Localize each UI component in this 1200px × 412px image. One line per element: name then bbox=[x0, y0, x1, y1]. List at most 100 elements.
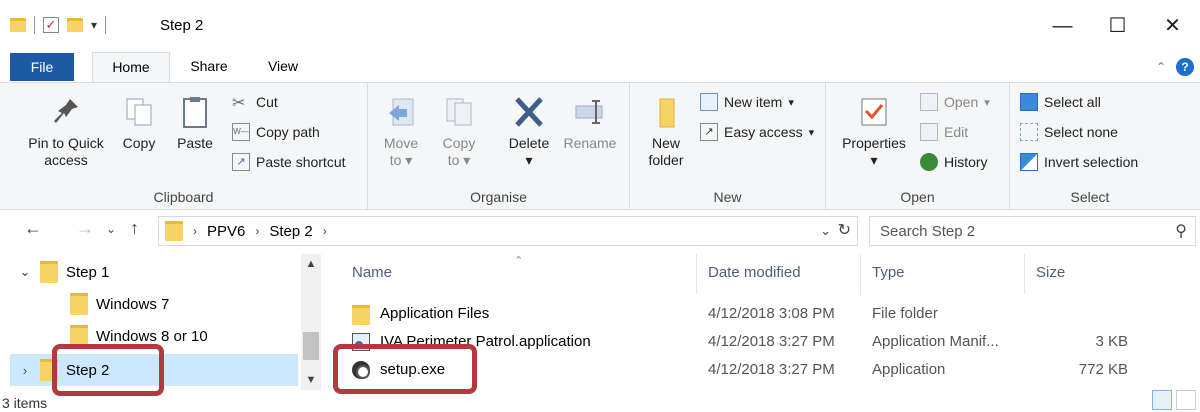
maximize-button[interactable]: ☐ bbox=[1090, 10, 1145, 42]
large-icons-view-icon[interactable] bbox=[1176, 390, 1196, 410]
tab-home[interactable]: Home bbox=[92, 52, 170, 83]
copy-path-button[interactable]: W— Copy path bbox=[232, 123, 320, 141]
move-to-button[interactable]: Move to ▾ bbox=[376, 95, 426, 169]
minimize-button[interactable]: — bbox=[1035, 10, 1090, 42]
quick-access-toolbar: ✓ ▾ bbox=[10, 16, 107, 34]
tab-file[interactable]: File bbox=[10, 53, 74, 81]
forward-arrow-icon[interactable]: → bbox=[76, 218, 94, 239]
file-date: 4/12/2018 3:27 PM bbox=[708, 361, 835, 378]
breadcrumb-step-2[interactable]: Step 2 bbox=[269, 223, 312, 240]
breadcrumb-separator-icon[interactable]: › bbox=[323, 224, 327, 238]
copy-to-button[interactable]: Copy to ▾ bbox=[434, 95, 484, 169]
column-header-name[interactable]: Name bbox=[352, 264, 392, 281]
history-button[interactable]: History bbox=[920, 153, 988, 171]
recent-locations-chevron-icon[interactable]: ⌄ bbox=[106, 222, 116, 236]
title-bar: ✓ ▾ Step 2 — ☐ ✕ bbox=[0, 0, 1200, 52]
nav-item-label: Windows 7 bbox=[96, 295, 170, 313]
file-type: File folder bbox=[872, 305, 938, 322]
close-button[interactable]: ✕ bbox=[1145, 10, 1200, 42]
column-divider[interactable] bbox=[1024, 254, 1025, 294]
search-icon[interactable]: ⚲ bbox=[1175, 221, 1187, 241]
up-arrow-icon[interactable]: ↑ bbox=[130, 218, 139, 239]
column-header-type[interactable]: Type bbox=[872, 264, 905, 281]
search-input[interactable]: Search Step 2 bbox=[880, 223, 975, 240]
move-to-icon bbox=[389, 98, 414, 126]
paste-button[interactable]: Paste bbox=[172, 95, 218, 152]
toolbar-divider bbox=[105, 16, 107, 34]
expand-chevron-icon[interactable]: ⌄ bbox=[10, 264, 40, 280]
copy-path-icon: W— bbox=[232, 123, 250, 141]
column-header-size[interactable]: Size bbox=[1036, 264, 1065, 281]
properties-button[interactable]: Properties ▾ bbox=[834, 95, 914, 169]
easy-access-icon: ↗ bbox=[700, 123, 718, 141]
select-all-icon bbox=[1020, 93, 1038, 111]
details-view-icon[interactable] bbox=[1152, 390, 1172, 410]
collapse-ribbon-icon[interactable]: ⌃ bbox=[1156, 60, 1166, 74]
scroll-down-icon[interactable]: ▼ bbox=[301, 374, 321, 386]
pin-icon bbox=[54, 99, 78, 123]
select-none-button[interactable]: Select none bbox=[1020, 123, 1118, 141]
expand-chevron-icon[interactable]: › bbox=[10, 363, 40, 378]
scroll-up-icon[interactable]: ▲ bbox=[301, 258, 321, 270]
edit-button[interactable]: Edit bbox=[920, 123, 968, 141]
column-divider[interactable] bbox=[860, 254, 861, 294]
group-organise: Move to ▾ Copy to ▾ Delete ▾ Rename Orga… bbox=[368, 83, 630, 209]
refresh-icon[interactable]: ↻ bbox=[838, 220, 851, 240]
new-folder-button[interactable]: New folder bbox=[638, 95, 694, 169]
select-all-button[interactable]: Select all bbox=[1020, 93, 1101, 111]
folder-icon bbox=[40, 261, 58, 283]
delete-x-icon bbox=[515, 97, 543, 127]
file-row[interactable]: Application Files 4/12/2018 3:08 PM File… bbox=[322, 300, 1200, 328]
nav-item-label: Step 1 bbox=[66, 263, 110, 281]
copy-to-icon bbox=[446, 98, 472, 126]
window-controls: — ☐ ✕ bbox=[1035, 10, 1200, 42]
paste-shortcut-button[interactable]: ↗ Paste shortcut bbox=[232, 153, 346, 171]
open-icon bbox=[920, 93, 938, 111]
pin-to-quick-access-button[interactable]: Pin to Quick access bbox=[16, 95, 116, 169]
file-size: 772 KB bbox=[1078, 361, 1128, 378]
ribbon-home: Pin to Quick access Copy Paste ✂ Cut W— … bbox=[0, 82, 1200, 210]
column-divider[interactable] bbox=[696, 254, 697, 294]
new-folder-icon bbox=[659, 98, 675, 128]
tab-view[interactable]: View bbox=[262, 52, 304, 82]
group-open: Properties ▾ Open ▾ Edit History Open bbox=[826, 83, 1010, 209]
open-button[interactable]: Open ▾ bbox=[920, 93, 990, 111]
breadcrumb-separator-icon[interactable]: › bbox=[255, 224, 259, 238]
invert-selection-button[interactable]: Invert selection bbox=[1020, 153, 1138, 171]
help-icon[interactable]: ? bbox=[1176, 58, 1194, 76]
paste-icon bbox=[183, 97, 207, 128]
history-icon bbox=[920, 153, 938, 171]
new-folder-icon[interactable] bbox=[67, 18, 83, 32]
cut-button[interactable]: ✂ Cut bbox=[232, 93, 278, 112]
nav-scrollbar[interactable]: ▲ ▼ bbox=[301, 254, 321, 390]
tab-share[interactable]: Share bbox=[186, 52, 232, 82]
toolbar-divider bbox=[34, 16, 35, 34]
item-count: 3 items bbox=[2, 395, 48, 411]
new-item-button[interactable]: New item ▾ bbox=[700, 93, 794, 111]
easy-access-button[interactable]: ↗ Easy access ▾ bbox=[700, 123, 814, 141]
breadcrumb-ppv6[interactable]: PPV6 bbox=[207, 223, 245, 240]
rename-button[interactable]: Rename bbox=[560, 95, 620, 152]
customize-toolbar-icon[interactable]: ▾ bbox=[91, 18, 97, 32]
back-arrow-icon[interactable]: ← bbox=[24, 218, 42, 239]
status-bar: 3 items bbox=[0, 390, 1200, 412]
breadcrumb-separator-icon[interactable]: › bbox=[193, 224, 197, 238]
scrollbar-thumb[interactable] bbox=[303, 332, 319, 360]
ribbon-right-controls: ⌃ ? bbox=[1156, 58, 1194, 76]
sort-ascending-icon: ⌃ bbox=[514, 255, 524, 267]
nav-item-windows-7[interactable]: Windows 7 bbox=[10, 288, 298, 320]
file-size: 3 KB bbox=[1095, 333, 1128, 350]
view-switcher bbox=[1152, 390, 1196, 410]
properties-check-icon[interactable]: ✓ bbox=[43, 17, 59, 33]
nav-item-step-1[interactable]: ⌄ Step 1 bbox=[10, 256, 298, 288]
copy-button[interactable]: Copy bbox=[116, 95, 162, 152]
delete-button[interactable]: Delete ▾ bbox=[502, 95, 556, 169]
column-header-date-modified[interactable]: Date modified bbox=[708, 264, 801, 281]
properties-icon bbox=[861, 98, 887, 126]
rename-icon bbox=[575, 100, 603, 124]
search-box[interactable]: Search Step 2 ⚲ bbox=[869, 216, 1196, 246]
address-bar[interactable]: › PPV6 › Step 2 › ⌄ ↻ bbox=[158, 216, 858, 246]
address-dropdown-icon[interactable]: ⌄ bbox=[820, 223, 831, 239]
folder-icon bbox=[352, 305, 370, 325]
address-row: ← → ⌄ ↑ › PPV6 › Step 2 › ⌄ ↻ Search Ste… bbox=[0, 212, 1200, 250]
